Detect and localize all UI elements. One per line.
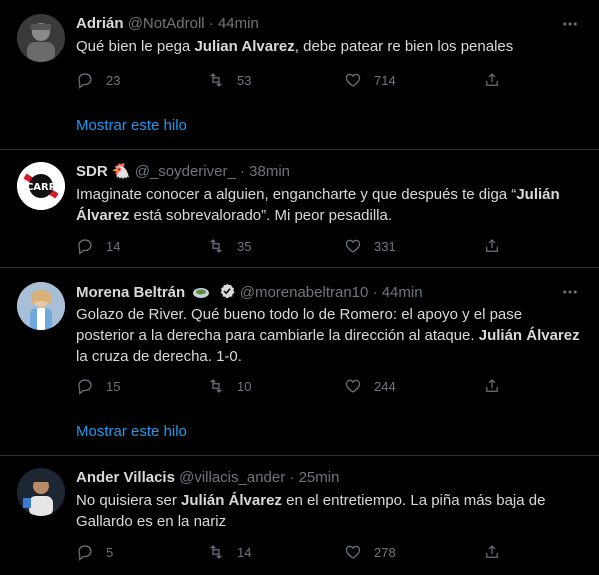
action-bar: 15 10 244 — [76, 376, 506, 396]
reply-icon — [78, 545, 92, 561]
reply-count: 15 — [106, 378, 121, 394]
like-count: 714 — [374, 72, 396, 88]
user-handle[interactable]: @morenabeltran10 — [240, 284, 369, 301]
share-button[interactable] — [483, 376, 501, 396]
separator-dot: · — [289, 469, 295, 486]
like-button[interactable]: 331 — [344, 236, 396, 256]
verified-badge-icon — [220, 283, 235, 299]
share-icon — [486, 73, 498, 86]
reply-count: 14 — [106, 238, 121, 254]
tweet-text: Golazo de River. Qué bueno todo lo de Ro… — [76, 306, 580, 365]
separator-dot: · — [372, 284, 378, 301]
retweet-count: 10 — [237, 378, 252, 394]
user-handle[interactable]: @NotAdroll — [128, 15, 205, 32]
share-icon — [486, 379, 498, 392]
action-bar: 14 35 331 — [76, 236, 506, 256]
retweet-count: 35 — [237, 238, 252, 254]
share-button[interactable] — [483, 236, 501, 256]
tweet-text: No quisiera ser Julián Álvarez en el ent… — [76, 492, 546, 530]
retweet-count: 53 — [237, 72, 252, 88]
display-name[interactable]: Ander Villacis — [76, 469, 175, 486]
action-bar: 23 53 714 — [76, 70, 506, 90]
action-bar: 5 14 278 — [76, 542, 506, 562]
display-name[interactable]: Morena Beltrán — [76, 284, 185, 301]
timestamp[interactable]: 25min — [299, 469, 340, 486]
tweet-header: Morena Beltrán @morenabeltran10 · 44min — [76, 282, 559, 302]
svg-text:CARP: CARP — [26, 182, 56, 193]
avatar[interactable] — [17, 282, 65, 330]
highlight-term: Julián Álvarez — [181, 492, 282, 509]
reply-button[interactable]: 14 — [76, 236, 120, 256]
timestamp[interactable]: 44min — [218, 15, 259, 32]
like-count: 244 — [374, 378, 396, 394]
reply-button[interactable]: 5 — [76, 542, 113, 562]
tweet-header: Adrián @NotAdroll · 44min — [76, 14, 559, 34]
avatar[interactable] — [17, 468, 65, 516]
reply-button[interactable]: 15 — [76, 376, 120, 396]
avatar[interactable]: CARP — [17, 162, 65, 210]
separator-dot: · — [208, 15, 214, 32]
like-count: 331 — [374, 238, 396, 254]
retweet-button[interactable]: 14 — [207, 542, 251, 562]
more-icon[interactable] — [559, 14, 581, 34]
tweet-2[interactable]: CARP SDR 🐔 @_soyderiver_ · 38min Imagina… — [0, 150, 599, 268]
tweet-header: Ander Villacis @villacis_ander · 25min — [76, 468, 559, 488]
timestamp[interactable]: 38min — [249, 163, 290, 180]
share-icon — [486, 545, 498, 558]
reply-icon — [78, 379, 92, 395]
retweet-button[interactable]: 10 — [207, 376, 251, 396]
like-count: 278 — [374, 544, 396, 560]
tweet-text: Qué bien le pega Julian Alvarez, debe pa… — [76, 38, 514, 55]
like-button[interactable]: 244 — [344, 376, 396, 396]
more-icon[interactable] — [559, 282, 581, 302]
display-name[interactable]: Adrián — [76, 15, 124, 32]
display-name[interactable]: SDR — [76, 163, 108, 180]
share-icon — [486, 239, 498, 252]
retweet-icon — [210, 73, 222, 87]
name-emoji: 🐔 — [111, 163, 131, 180]
share-button[interactable] — [483, 542, 501, 562]
like-icon — [345, 239, 361, 253]
show-thread-link[interactable]: Mostrar este hilo — [76, 423, 187, 440]
like-icon — [345, 545, 361, 559]
like-button[interactable]: 714 — [344, 70, 396, 90]
retweet-icon — [210, 545, 222, 559]
retweet-button[interactable]: 35 — [207, 236, 251, 256]
retweet-count: 14 — [237, 544, 252, 560]
highlight-term: Julian Alvarez — [194, 38, 295, 55]
reply-button[interactable]: 23 — [76, 70, 120, 90]
reply-icon — [78, 239, 92, 255]
reply-count: 5 — [106, 544, 114, 560]
like-icon — [345, 379, 361, 393]
stadium-emoji-icon — [193, 288, 210, 298]
like-button[interactable]: 278 — [344, 542, 396, 562]
reply-icon — [78, 73, 92, 89]
tweet-1[interactable]: Adrián @NotAdroll · 44min Qué bien le pe… — [0, 0, 599, 150]
tweet-4[interactable]: Ander Villacis @villacis_ander · 25min N… — [0, 456, 599, 575]
tweet-3[interactable]: Morena Beltrán @morenabeltran10 · 44min … — [0, 268, 599, 456]
retweet-icon — [210, 239, 222, 253]
tweet-text: Imaginate conocer a alguien, engancharte… — [76, 186, 560, 224]
share-button[interactable] — [483, 70, 501, 90]
separator-dot: · — [239, 163, 245, 180]
retweet-icon — [210, 379, 222, 393]
reply-count: 23 — [106, 72, 121, 88]
highlight-term: Julián Álvarez — [478, 327, 580, 344]
tweet-header: SDR 🐔 @_soyderiver_ · 38min — [76, 162, 559, 182]
user-handle[interactable]: @_soyderiver_ — [135, 163, 236, 180]
like-icon — [345, 73, 361, 87]
avatar[interactable] — [17, 14, 65, 62]
timestamp[interactable]: 44min — [382, 284, 423, 301]
show-thread-link[interactable]: Mostrar este hilo — [76, 117, 187, 134]
user-handle[interactable]: @villacis_ander — [179, 469, 285, 486]
retweet-button[interactable]: 53 — [207, 70, 251, 90]
